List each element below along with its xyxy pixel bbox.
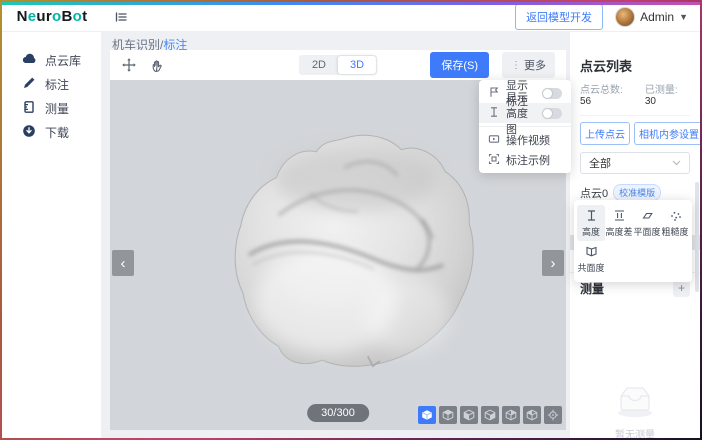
tooth-3d-model	[227, 128, 475, 376]
download-icon	[22, 124, 36, 141]
empty-state: 暂无测量	[570, 384, 700, 438]
move-tool-icon[interactable]	[121, 57, 137, 73]
panel-buttons: 上传点云 相机内参设置	[580, 122, 690, 145]
view-cube-front-icon[interactable]	[460, 406, 478, 424]
show-heightmap-toggle[interactable]	[542, 108, 562, 119]
panel-scrollbar[interactable]	[695, 182, 699, 292]
coplanarity-icon	[585, 245, 598, 258]
screenshot-frame: NeuroBot 返回模型开发 Admin ▼ 点云库 标注 测量	[0, 0, 702, 440]
cloud-icon	[22, 52, 36, 69]
frame-icon	[488, 153, 500, 168]
canvas-toolbar: 2D 3D 保存(S) ⋮ 更多	[110, 50, 566, 80]
sidebar-item-measure[interactable]: 测量	[2, 96, 101, 120]
height-icon	[585, 209, 598, 222]
sidebar: 点云库 标注 测量 下载	[2, 32, 102, 438]
view-cube-right-icon[interactable]	[523, 406, 541, 424]
view-cube-left-icon[interactable]	[502, 406, 520, 424]
menu-item-operation-video[interactable]: 操作视频	[479, 130, 571, 150]
avatar	[615, 7, 635, 27]
user-menu[interactable]: Admin ▼	[615, 7, 688, 27]
header-right: 返回模型开发 Admin ▼	[515, 4, 688, 30]
sidebar-item-annotate[interactable]: 标注	[2, 72, 101, 96]
save-button[interactable]: 保存(S)	[430, 52, 489, 78]
caret-down-icon: ▼	[679, 12, 688, 22]
view-preset-toolbar	[418, 406, 562, 424]
top-accent-bar	[2, 2, 700, 5]
show-annotations-toggle[interactable]	[542, 88, 562, 99]
back-to-model-dev-button[interactable]: 返回模型开发	[515, 4, 603, 30]
app-logo: NeuroBot	[2, 8, 102, 25]
more-dropdown-menu: 显示标注 显示高度图 操作视频 标注示例	[479, 80, 571, 173]
roughness-icon	[669, 209, 682, 222]
tool-flatness[interactable]: 平面度	[633, 205, 661, 241]
next-arrow-button[interactable]: ›	[542, 250, 564, 276]
measure-tools-popup: 高度 高度差 平面度 粗糙度 共面度	[574, 200, 692, 282]
measure-section-header: 测量 +	[580, 280, 690, 297]
flag-icon	[488, 86, 500, 101]
sidebar-item-download[interactable]: 下载	[2, 120, 101, 144]
height-difference-icon	[613, 209, 626, 222]
dimension-toggle: 2D 3D	[299, 55, 377, 75]
menu-collapse-icon[interactable]	[114, 10, 128, 24]
pointcloud-group-row[interactable]: 点云0 校准模版	[580, 184, 690, 201]
prev-arrow-button[interactable]: ‹	[112, 250, 134, 276]
upload-pointcloud-button[interactable]: 上传点云	[580, 122, 630, 145]
hand-tool-icon[interactable]	[150, 58, 165, 73]
text-height-icon	[488, 106, 500, 121]
panel-title: 点云列表	[580, 56, 690, 75]
sidebar-item-pointcloud-library[interactable]: 点云库	[2, 48, 101, 72]
pagination-badge: 30/300	[307, 404, 369, 422]
panel-divider-top	[580, 115, 690, 116]
add-measurement-button[interactable]: +	[673, 280, 690, 297]
toggle-2d[interactable]: 2D	[300, 56, 338, 74]
panel-stats: 点云总数: 56 已测量: 30	[580, 81, 690, 107]
toggle-3d[interactable]: 3D	[338, 56, 376, 74]
flatness-icon	[641, 209, 654, 222]
view-cube-back-icon[interactable]	[481, 406, 499, 424]
chevron-down-icon	[672, 157, 681, 169]
app-header: NeuroBot 返回模型开发 Admin ▼	[2, 2, 700, 32]
more-button[interactable]: ⋮ 更多	[502, 52, 555, 78]
video-icon	[488, 133, 500, 148]
tool-roughness[interactable]: 粗糙度	[661, 205, 689, 241]
menu-item-show-heightmap[interactable]: 显示高度图	[479, 103, 571, 123]
filter-select[interactable]: 全部	[580, 152, 690, 174]
tool-height-difference[interactable]: 高度差	[605, 205, 633, 241]
ruler-icon	[22, 100, 36, 117]
tool-coplanarity[interactable]: 共面度	[577, 241, 605, 277]
camera-intrinsics-button[interactable]: 相机内参设置	[634, 122, 700, 145]
view-cube-top-icon[interactable]	[439, 406, 457, 424]
menu-item-annotation-example[interactable]: 标注示例	[479, 150, 571, 170]
empty-box-icon	[613, 384, 657, 418]
view-cube-solid-icon[interactable]	[418, 406, 436, 424]
tool-height[interactable]: 高度	[577, 205, 605, 241]
calibration-template-tag: 校准模版	[613, 184, 661, 201]
neurobot-app: NeuroBot 返回模型开发 Admin ▼ 点云库 标注 测量	[2, 2, 700, 438]
pencil-icon	[22, 76, 36, 93]
locate-icon[interactable]	[544, 406, 562, 424]
vertical-dots-icon: ⋮	[511, 60, 520, 71]
username: Admin	[640, 10, 674, 24]
